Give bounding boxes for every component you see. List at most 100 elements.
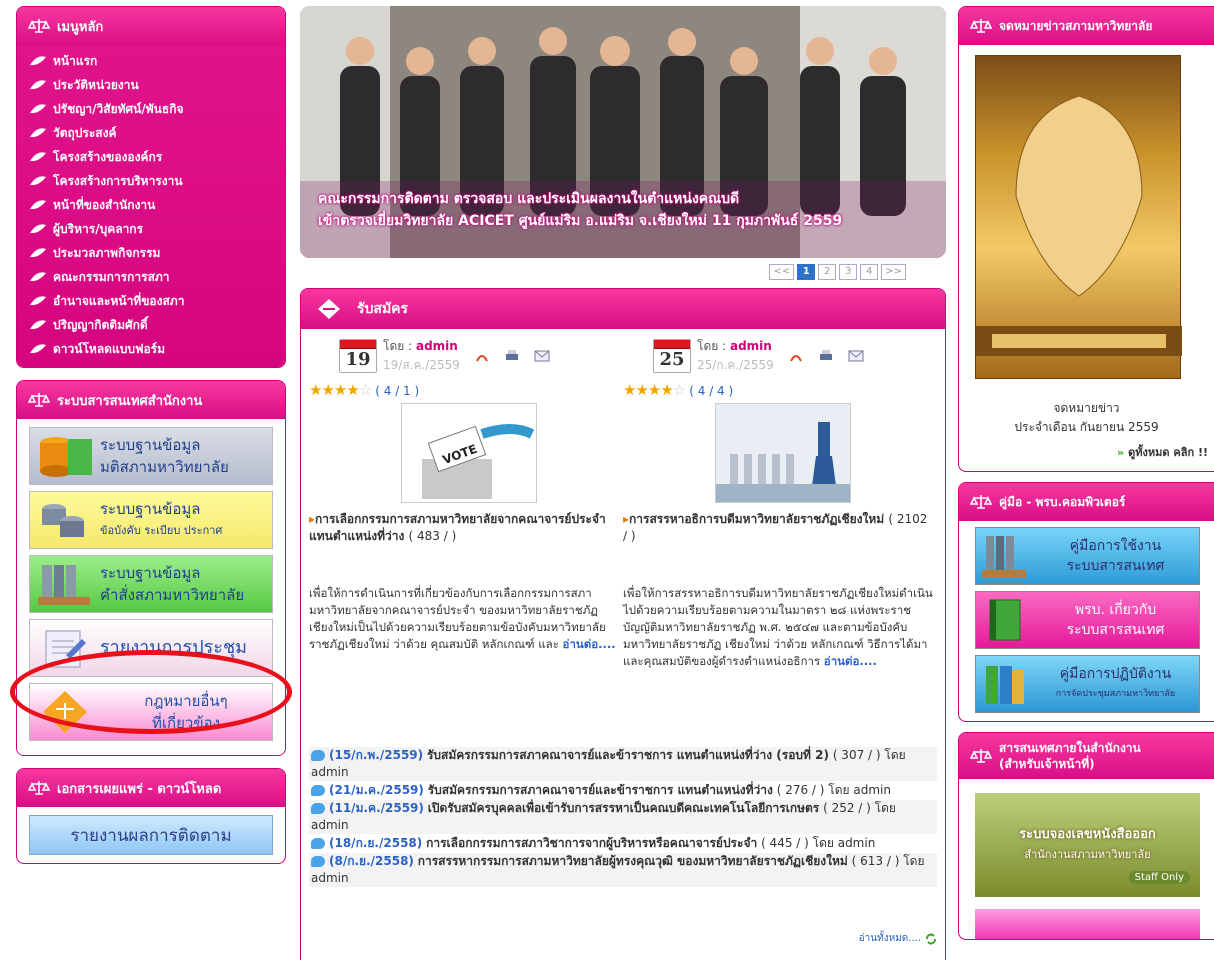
pager-last[interactable]: >>: [881, 264, 906, 280]
menu-item-council-powers[interactable]: อำนาจและหน้าที่ของสภา: [17, 289, 285, 313]
pager-page-4[interactable]: 4: [860, 264, 879, 280]
menu-item-gallery[interactable]: ประมวลภาพกิจกรรม: [17, 241, 285, 265]
see-all-label: ดูทั้งหมด คลิก !!: [1128, 446, 1208, 459]
info-system-title: ระบบสารสนเทศสำนักงาน: [57, 393, 203, 409]
photo-slider[interactable]: คณะกรรมการติดตาม ตรวจสอบ และประเมินผลงาน…: [300, 6, 946, 258]
manual-line2: ระบบสารสนเทศ: [1066, 558, 1165, 574]
document-number-booking-banner[interactable]: ระบบจองเลขหนังสือออก สำนักงานสภามหาวิทยา…: [975, 793, 1200, 897]
orders-database-banner[interactable]: ระบบฐานข้อมูล คำสั่งสภามหาวิทยาลัย: [29, 555, 273, 613]
pager-page-2[interactable]: 2: [818, 264, 837, 280]
vote-thumbnail[interactable]: VOTE: [401, 403, 537, 503]
documents-title: เอกสารเผยแพร่ - ดาวน์โหลด: [57, 781, 222, 797]
pager-first[interactable]: <<: [769, 264, 795, 280]
leaf-icon: [30, 104, 46, 114]
menu-item-committee[interactable]: คณะกรรมการการสภา: [17, 265, 285, 289]
list-meta: ( 445 / ) โดย admin: [761, 836, 876, 850]
calendar-icon: 25: [653, 339, 691, 373]
user-manual-banner[interactable]: คู่มือการใช้งาน ระบบสารสนเทศ: [975, 527, 1200, 585]
pdf-icon[interactable]: [474, 349, 490, 363]
binders-icon: [982, 536, 1026, 578]
menu-item-org-structure[interactable]: โครงสร้างขององค์กร: [17, 145, 285, 169]
list-item[interactable]: (15/ก.พ./2559) รับสมัครกรรมการสภาคณาจารย…: [309, 747, 937, 781]
menu-item-history[interactable]: ประวัติหน่วยงาน: [17, 73, 285, 97]
banner-line1: กฎหมายอื่นๆ: [144, 692, 228, 710]
resolutions-database-banner[interactable]: ระบบฐานข้อมูล มติสภามหาวิทยาลัย: [29, 427, 273, 485]
menu-item-vision[interactable]: ปรัชญา/วิสัยทัศน์/พันธกิจ: [17, 97, 285, 121]
menu-item-admin-structure[interactable]: โครงสร้างการบริหารงาน: [17, 169, 285, 193]
email-icon[interactable]: [534, 349, 550, 363]
list-date: (18/ก.ย./2558): [329, 836, 423, 850]
main-menu-title: เมนูหลัก: [57, 19, 104, 35]
news-body: 19 โดย : admin 19/ส.ค./2559 ★★★★☆( 4 / 1…: [301, 329, 945, 668]
menu-item-download-forms[interactable]: ดาวน์โหลดแบบฟอร์ม: [17, 337, 285, 361]
newsletter-cover[interactable]: [975, 55, 1182, 379]
entry-title[interactable]: ▸การสรรหาอธิการบดีมหาวิทยาลัยราชภัฏเชียง…: [623, 511, 933, 545]
menu-item-label: ประวัติหน่วยงาน: [53, 77, 139, 92]
monitoring-report-banner[interactable]: รายงานผลการติดตาม: [29, 815, 273, 855]
pink-banner[interactable]: [975, 909, 1200, 939]
read-more-link[interactable]: อ่านต่อ....: [563, 637, 616, 651]
operation-manual-banner[interactable]: คู่มือการปฏิบัติงาน การจัดประชุมสภามหาวิท…: [975, 655, 1200, 713]
rating-stars[interactable]: ★★★★☆: [623, 381, 686, 399]
menu-item-label: คณะกรรมการการสภา: [53, 269, 170, 284]
menu-item-duties[interactable]: หน้าที่ของสำนักงาน: [17, 193, 285, 217]
menu-item-objectives[interactable]: วัตถุประสงค์: [17, 121, 285, 145]
other-laws-banner[interactable]: กฎหมายอื่นๆ ที่เกี่ยวข้อง: [29, 683, 273, 741]
leaf-icon: [30, 56, 46, 66]
database-stack-icon: [42, 504, 84, 537]
chess-thumbnail[interactable]: [715, 403, 851, 503]
pdf-icon[interactable]: [788, 349, 804, 363]
menu-item-staff[interactable]: ผู้บริหาร/บุคลากร: [17, 217, 285, 241]
list-title[interactable]: การสรรหากรรมการสภามหาวิทยาลัยผู้ทรงคุณวุ…: [418, 854, 848, 868]
see-all-link[interactable]: » ดูทั้งหมด คลิก !!: [959, 437, 1214, 471]
regulations-database-banner[interactable]: ระบบฐานข้อมูล ข้อบังคับ ระเบียบ ประกาศ: [29, 491, 273, 549]
print-icon[interactable]: [818, 349, 834, 363]
list-title[interactable]: รับสมัครกรรมการสภาคณาจารย์และข้าราชการ แ…: [427, 748, 829, 762]
computer-act-banner[interactable]: พรบ. เกี่ยวกับ ระบบสารสนเทศ: [975, 591, 1200, 649]
scales-icon: [969, 493, 993, 511]
list-title[interactable]: รับสมัครกรรมการสภาคณาจารย์และข้าราชการ แ…: [428, 783, 773, 797]
entry-excerpt: เพื่อให้การสรรหาอธิการบดีมหาวิทยาลัยราชภ…: [623, 585, 933, 670]
list-title[interactable]: การเลือกกรรมการสภาวิชาการจากผู้บริหารหรื…: [426, 836, 757, 850]
list-item[interactable]: (18/ก.ย./2558) การเลือกกรรมการสภาวิชาการ…: [309, 835, 937, 852]
rating-stars[interactable]: ★★★★☆: [309, 381, 372, 399]
manual-title: คู่มือ - พรบ.คอมพิวเตอร์: [999, 494, 1126, 509]
list-date: (15/ก.พ./2559): [329, 748, 424, 762]
email-icon[interactable]: [848, 349, 864, 363]
list-date: (11/ม.ค./2559): [329, 801, 424, 815]
info-system-header: ระบบสารสนเทศสำนักงาน: [17, 381, 285, 419]
print-icon[interactable]: [504, 349, 520, 363]
menu-item-home[interactable]: หน้าแรก: [17, 49, 285, 73]
calendar-day: 19: [345, 349, 371, 370]
speech-bubble-icon: [311, 803, 325, 814]
list-item[interactable]: (11/ม.ค./2559) เปิดรับสมัครบุคคลเพื่อเข้…: [309, 800, 937, 834]
meeting-report-banner[interactable]: รายงานการประชุม: [29, 619, 273, 677]
read-all-link[interactable]: อ่านทั้งหมด....: [859, 931, 937, 946]
middle-column: คณะกรรมการติดตาม ตรวจสอบ และประเมินผลงาน…: [300, 6, 946, 960]
newsletter-caption: จดหมายข่าว ประจำเดือน กันยายน 2559: [959, 399, 1214, 437]
entry-excerpt: เพื่อให้การดำเนินการที่เกี่ยวข้องกับการเ…: [309, 585, 619, 653]
speech-bubble-icon: [311, 785, 325, 796]
caption-line2: ประจำเดือน กันยายน 2559: [1014, 420, 1159, 434]
excerpt-text: เพื่อให้การดำเนินการที่เกี่ยวข้องกับการเ…: [309, 586, 606, 651]
menu-item-honorary-degree[interactable]: ปริญญากิตติมศักดิ์: [17, 313, 285, 337]
manual-line1: คู่มือการปฏิบัติงาน: [1059, 666, 1172, 682]
pager-page-3[interactable]: 3: [839, 264, 858, 280]
leaf-icon: [30, 200, 46, 210]
entry-title[interactable]: ▸การเลือกกรรมการสภามหาวิทยาลัยจากคณาจารย…: [309, 511, 619, 545]
caption-line1: คณะกรรมการติดตาม ตรวจสอบ และประเมินผลงาน…: [318, 191, 740, 207]
list-item[interactable]: (8/ก.ย./2558) การสรรหากรรมการสภามหาวิทยา…: [309, 853, 937, 887]
list-item[interactable]: (21/ม.ค./2559) รับสมัครกรรมการสภาคณาจารย…: [309, 782, 937, 799]
info-system-box: ระบบสารสนเทศสำนักงาน ระบบฐานข้อมูล มติสภา…: [16, 380, 286, 756]
banner-line1: ระบบฐานข้อมูล: [100, 564, 201, 582]
menu-item-label: ดาวน์โหลดแบบฟอร์ม: [53, 341, 166, 356]
pager-page-1[interactable]: 1: [797, 264, 816, 280]
manual-header: คู่มือ - พรบ.คอมพิวเตอร์: [959, 483, 1214, 521]
read-more-link[interactable]: อ่านต่อ....: [824, 654, 877, 668]
scales-icon: [969, 17, 993, 35]
list-title[interactable]: เปิดรับสมัครบุคคลเพื่อเข้ารับการสรรหาเป็…: [428, 801, 820, 815]
author[interactable]: admin: [730, 339, 772, 353]
speech-bubble-icon: [311, 838, 325, 849]
author[interactable]: admin: [416, 339, 458, 353]
manual-box: คู่มือ - พรบ.คอมพิวเตอร์ คู่มือการใช้งาน…: [958, 482, 1214, 722]
